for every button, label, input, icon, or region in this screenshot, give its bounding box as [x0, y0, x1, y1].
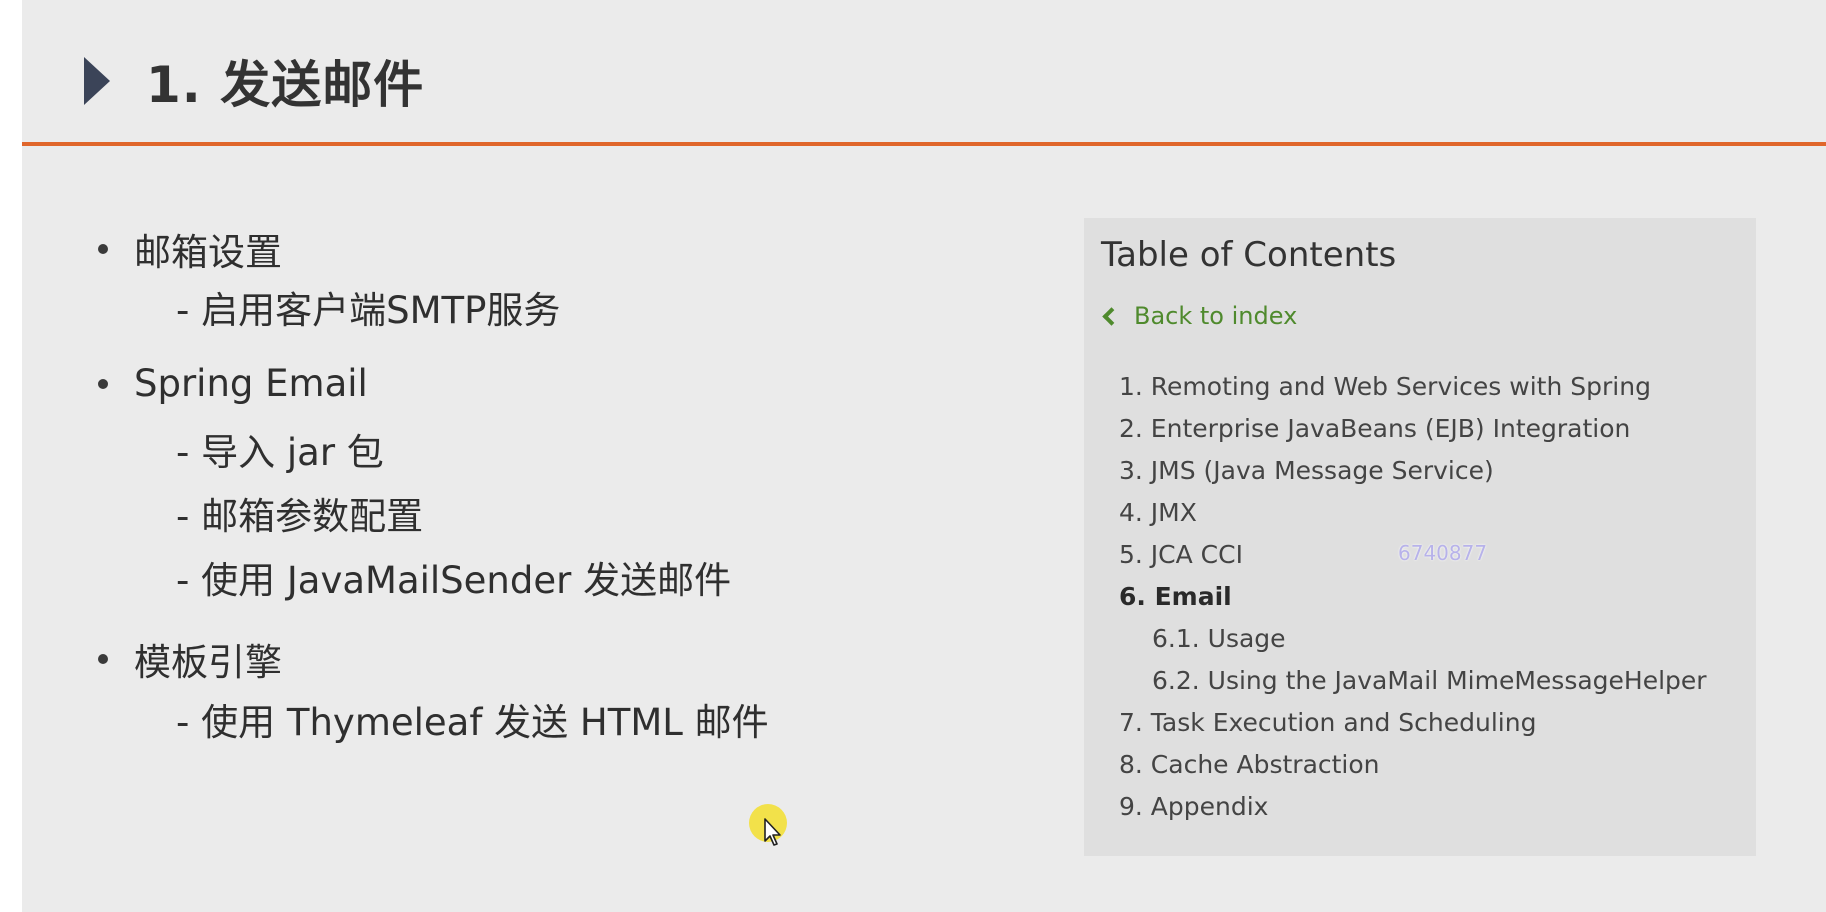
toc-item[interactable]: 5. JCA CCI — [1119, 540, 1243, 569]
sub-item: - 邮箱参数配置 — [176, 495, 424, 538]
table-of-contents: Table of Contents Back to index 1. Remot… — [1084, 218, 1756, 856]
bullet-label: 邮箱设置 — [134, 231, 282, 274]
bullet-label: Spring Email — [134, 362, 368, 405]
bullet-dot-icon — [98, 654, 108, 664]
page-title: 1. 发送邮件 — [146, 56, 425, 114]
toc-item-active[interactable]: 6. Email — [1119, 582, 1232, 611]
back-to-index-link[interactable]: Back to index — [1101, 302, 1297, 330]
toc-item[interactable]: 2. Enterprise JavaBeans (EJB) Integratio… — [1119, 414, 1630, 443]
toc-item[interactable]: 3. JMS (Java Message Service) — [1119, 456, 1494, 485]
sub-item: - 使用 JavaMailSender 发送邮件 — [176, 559, 732, 602]
header-divider — [22, 142, 1826, 146]
toc-item[interactable]: 7. Task Execution and Scheduling — [1119, 708, 1536, 737]
bullet-item: 邮箱设置 — [98, 222, 282, 276]
sub-item: - 启用客户端SMTP服务 — [176, 289, 561, 332]
toc-item[interactable]: 8. Cache Abstraction — [1119, 750, 1380, 779]
toc-item[interactable]: 9. Appendix — [1119, 792, 1268, 821]
watermark-text: 6740877 — [1398, 541, 1488, 565]
chevron-left-icon — [1102, 306, 1121, 326]
bullet-item: Spring Email — [98, 362, 368, 405]
slide-page: 1. 发送邮件 邮箱设置 - 启用客户端SMTP服务 Spring Email … — [0, 0, 1826, 912]
slide-header: 1. 发送邮件 — [22, 0, 1826, 143]
toc-subitem[interactable]: 6.2. Using the JavaMail MimeMessageHelpe… — [1152, 666, 1707, 695]
toc-item[interactable]: 1. Remoting and Web Services with Spring — [1119, 372, 1651, 401]
toc-title: Table of Contents — [1101, 235, 1397, 275]
toc-item[interactable]: 4. JMX — [1119, 498, 1197, 527]
play-arrow-icon — [84, 57, 110, 105]
sub-item: - 使用 Thymeleaf 发送 HTML 邮件 — [176, 701, 769, 744]
bullet-item: 模板引擎 — [98, 632, 282, 686]
mouse-pointer-icon — [749, 804, 789, 854]
back-link-label: Back to index — [1134, 302, 1298, 330]
left-margin-strip — [0, 0, 22, 912]
sub-item: - 导入 jar 包 — [176, 431, 384, 474]
bullet-label: 模板引擎 — [134, 641, 282, 684]
bullet-dot-icon — [98, 378, 108, 389]
bullet-dot-icon — [98, 244, 108, 254]
cursor-arrow-icon — [764, 818, 781, 846]
toc-subitem[interactable]: 6.1. Usage — [1152, 624, 1286, 653]
